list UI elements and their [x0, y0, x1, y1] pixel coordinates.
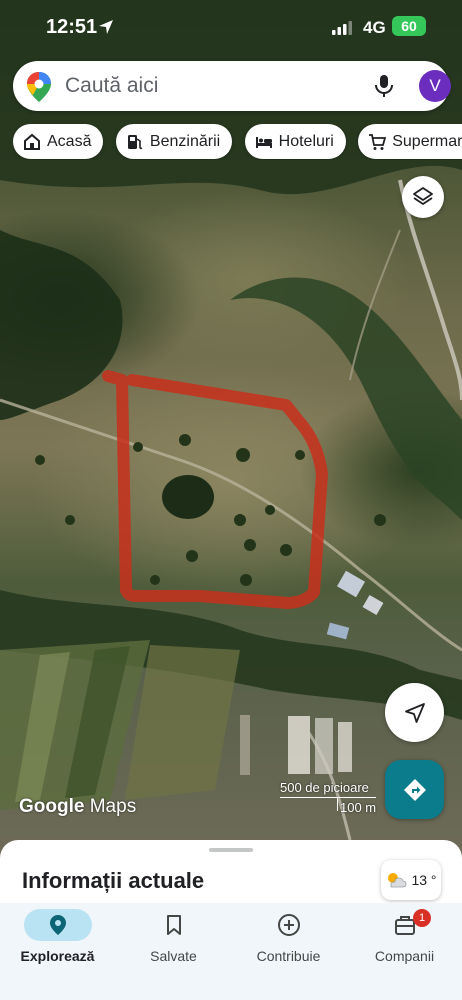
directions-icon [403, 778, 426, 801]
google-maps-logo: Google Maps [19, 796, 137, 817]
bottom-navigation: Explorează Salvate Contribuie Companii [0, 903, 462, 1000]
weather-badge[interactable]: 13 ° [381, 860, 441, 900]
gas-station-icon [127, 134, 143, 149]
sheet-title: Informații actuale [22, 868, 205, 893]
signal-icon [332, 21, 352, 35]
map-scale: 500 de picioare 100 m [280, 780, 380, 816]
chip-gas-stations[interactable]: Benzinării [115, 124, 233, 159]
nav-label: Salvate [150, 948, 197, 964]
google-maps-pin-icon [27, 72, 51, 102]
status-bar: 12:51 4G 60 [0, 0, 462, 56]
search-bar[interactable]: V [13, 61, 451, 111]
nav-explore[interactable]: Explorează [0, 903, 115, 983]
avatar[interactable]: V [419, 70, 451, 102]
scale-imperial-label: 500 de picioare [280, 780, 369, 795]
status-time: 12:51 [46, 16, 98, 38]
chip-supermarkets[interactable]: Supermarke [358, 124, 462, 159]
bookmark-icon [166, 915, 181, 935]
nav-label: Companii [374, 948, 435, 964]
chip-hotels[interactable]: Hoteluri [244, 124, 346, 159]
layers-button[interactable] [402, 176, 444, 218]
nav-contribute[interactable]: Contribuie [231, 903, 346, 983]
scale-metric-label: 100 m [340, 800, 377, 815]
nav-label: Contribuie [256, 948, 321, 964]
cart-icon [369, 133, 387, 150]
directions-button[interactable] [385, 760, 444, 819]
notification-badge: 1 [413, 909, 431, 927]
home-icon [24, 133, 40, 150]
search-input[interactable] [65, 71, 355, 101]
network-type: 4G [363, 18, 386, 37]
nav-saved[interactable]: Salvate [116, 903, 231, 983]
bed-icon [255, 136, 272, 148]
layers-icon [413, 187, 433, 205]
nav-business[interactable]: Companii [347, 903, 462, 983]
microphone-icon[interactable] [373, 74, 395, 98]
my-location-button[interactable] [385, 683, 444, 742]
explore-pin-icon [49, 915, 66, 935]
sheet-drag-handle[interactable] [209, 848, 253, 852]
chip-label: Supermarke [392, 132, 462, 150]
category-chips: Acasă Benzinării Hoteluri Supermarke [13, 124, 462, 160]
location-arrow-icon [99, 20, 113, 34]
chip-label: Benzinării [149, 132, 221, 150]
chip-label: Hoteluri [278, 132, 334, 150]
chip-label: Acasă [47, 132, 92, 150]
land-plot-boundary [102, 370, 328, 609]
weather-temperature: 13 ° [411, 872, 437, 888]
partly-cloudy-icon [388, 873, 407, 888]
navigation-arrow-icon [404, 702, 425, 723]
chip-home[interactable]: Acasă [13, 124, 104, 159]
nav-label: Explorează [20, 948, 95, 964]
add-circle-icon [277, 914, 300, 936]
battery-icon: 60 [392, 16, 426, 36]
